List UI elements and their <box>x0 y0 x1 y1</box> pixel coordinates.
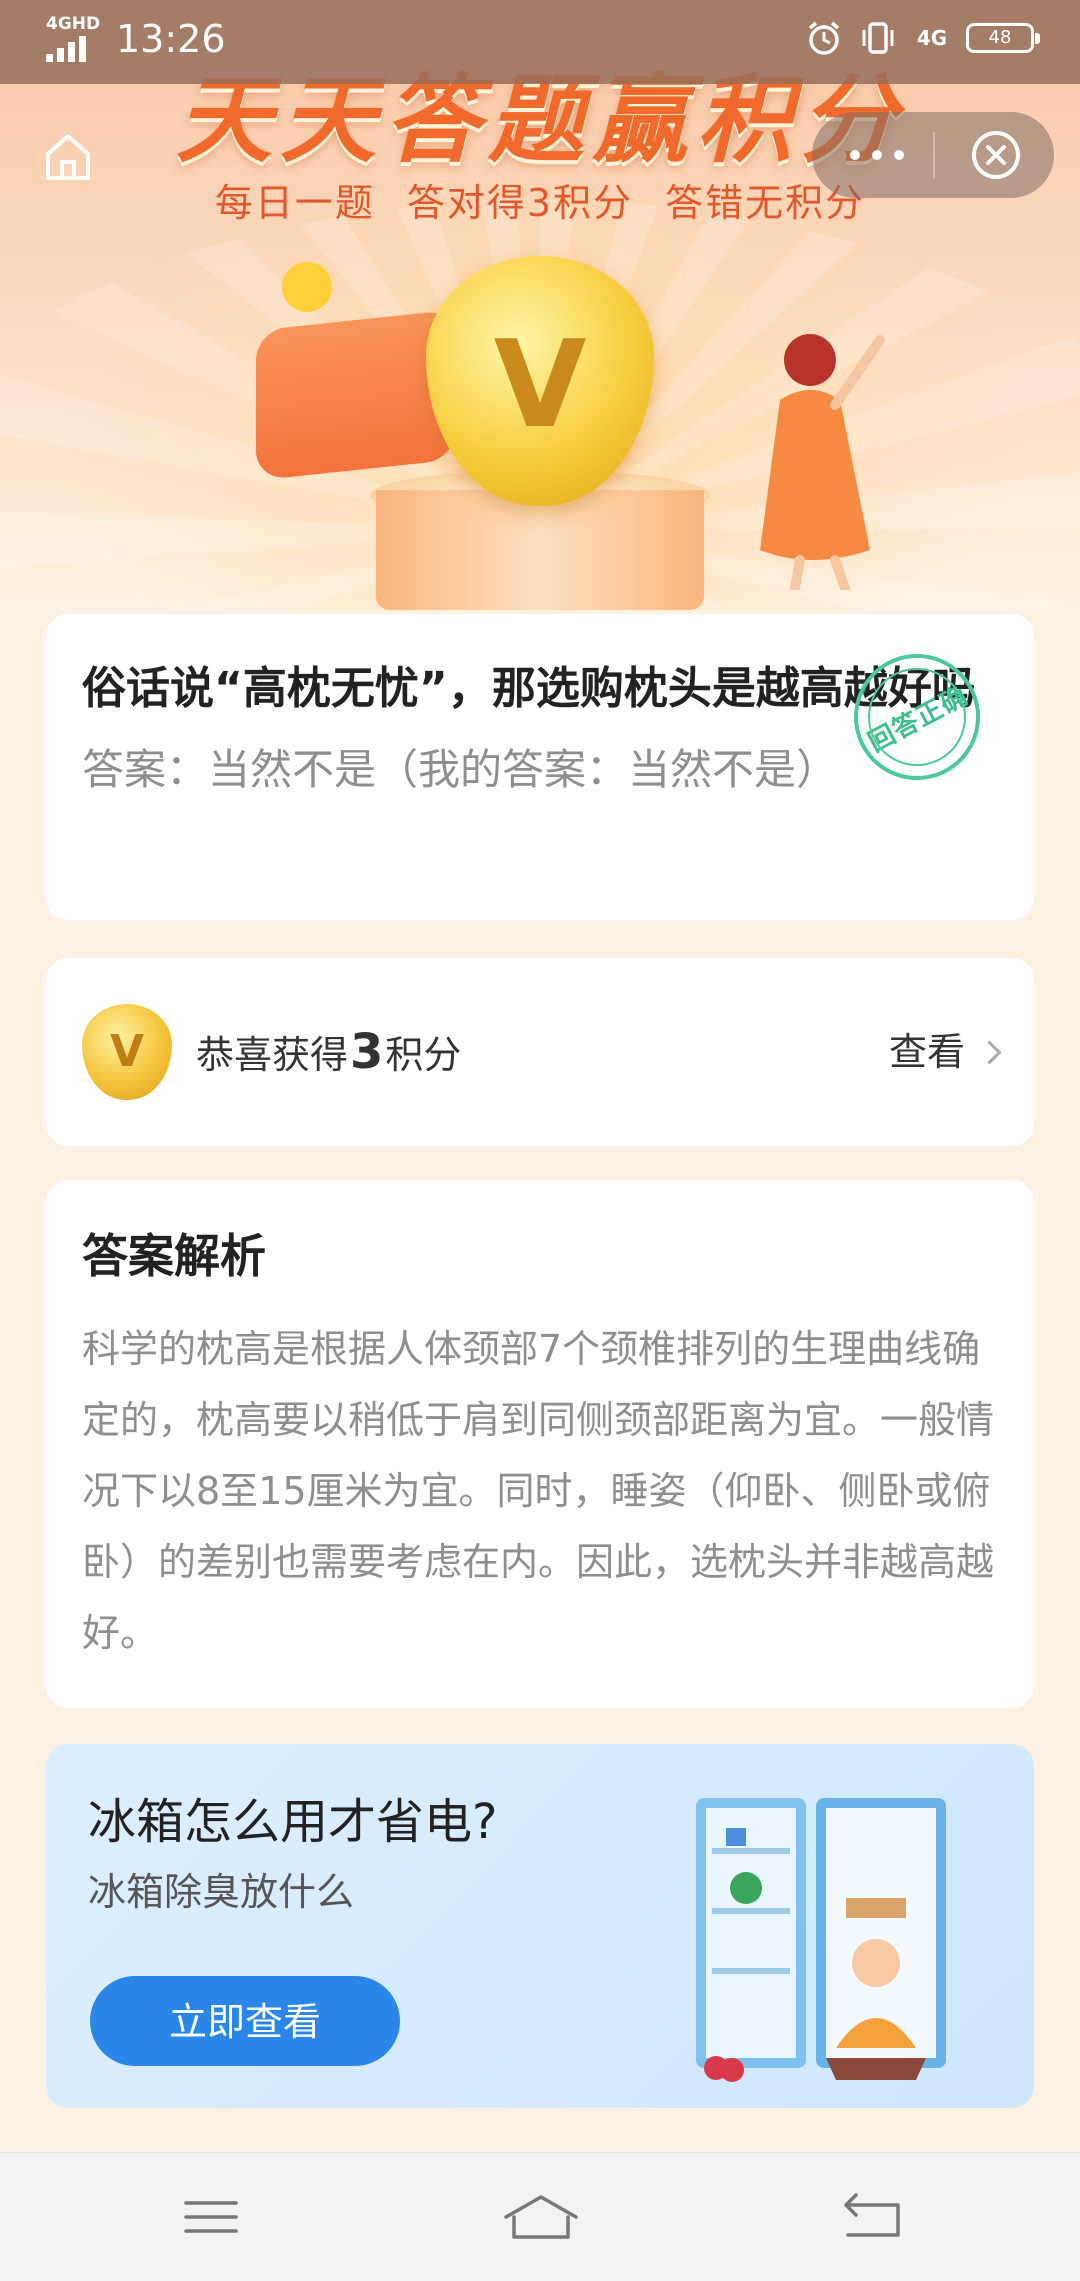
points-card[interactable]: V 恭喜获得3积分 查看 <box>46 958 1034 1146</box>
coin-letter: V <box>109 1026 145 1077</box>
promo-subtitle: 冰箱除臭放什么 <box>88 1870 355 1914</box>
view-points-link[interactable]: 查看 <box>888 1024 1002 1080</box>
points-coin-icon: V <box>82 1004 172 1100</box>
question-card: 俗话说“高枕无忧”，那选购枕头是越高越好吗 答案：当然不是（我的答案：当然不是）… <box>46 614 1034 920</box>
girl-illustration <box>760 334 885 590</box>
more-icon[interactable] <box>850 150 904 160</box>
question-title: 俗话说“高枕无忧”，那选购枕头是越高越好吗 <box>82 663 976 714</box>
miniapp-capsule <box>812 112 1054 198</box>
points-message: 恭喜获得3积分 <box>196 1024 461 1083</box>
emoji-illustration <box>282 262 332 312</box>
promo-card[interactable]: 冰箱怎么用才省电? 冰箱除臭放什么 立即查看 <box>46 1744 1034 2108</box>
home-icon[interactable] <box>40 128 96 184</box>
vibrate-icon <box>862 22 894 54</box>
close-icon[interactable] <box>970 129 1022 181</box>
system-nav-bar <box>0 2152 1080 2281</box>
explanation-body: 科学的枕高是根据人体颈部7个颈椎排列的生理曲线确定的，枕高要以稍低于肩到同侧颈部… <box>82 1327 995 1655</box>
back-icon[interactable] <box>826 2187 916 2247</box>
signal-icon: 4GHD <box>46 16 104 62</box>
capsule-divider <box>933 132 935 178</box>
battery-level: 48 <box>988 27 1012 48</box>
hero-banner: 天天答题赢积分 每日一题 答对得3积分 答错无积分 <box>0 0 1080 610</box>
fridge-illustration <box>696 1798 946 2082</box>
clock: 13:26 <box>116 17 226 61</box>
battery-icon: 48 <box>966 23 1040 53</box>
points-value: 3 <box>350 1024 384 1080</box>
explanation-title: 答案解析 <box>82 1229 266 1283</box>
pedestal-illustration <box>376 490 704 610</box>
signal-4g-icon: 4G <box>916 26 948 50</box>
alarm-icon <box>808 21 840 55</box>
status-bar: 4GHD 13:26 4G 48 <box>0 0 1080 84</box>
chevron-right-icon <box>977 1039 1002 1065</box>
question-answer: 答案：当然不是（我的答案：当然不是） <box>82 745 839 794</box>
explanation-card: 答案解析 科学的枕高是根据人体颈部7个颈椎排列的生理曲线确定的，枕高要以稍低于肩… <box>46 1180 1034 1708</box>
points-suffix: 积分 <box>385 1033 462 1077</box>
view-now-button[interactable]: 立即查看 <box>90 1976 400 2066</box>
view-label: 查看 <box>888 1030 965 1074</box>
points-prefix: 恭喜获得 <box>196 1033 349 1077</box>
promo-title: 冰箱怎么用才省电? <box>88 1794 498 1850</box>
home-nav-icon[interactable] <box>496 2187 586 2247</box>
network-type: 4GHD <box>46 14 101 34</box>
stamp-text: 回答正确 <box>863 680 973 758</box>
menu-icon[interactable] <box>166 2187 256 2247</box>
